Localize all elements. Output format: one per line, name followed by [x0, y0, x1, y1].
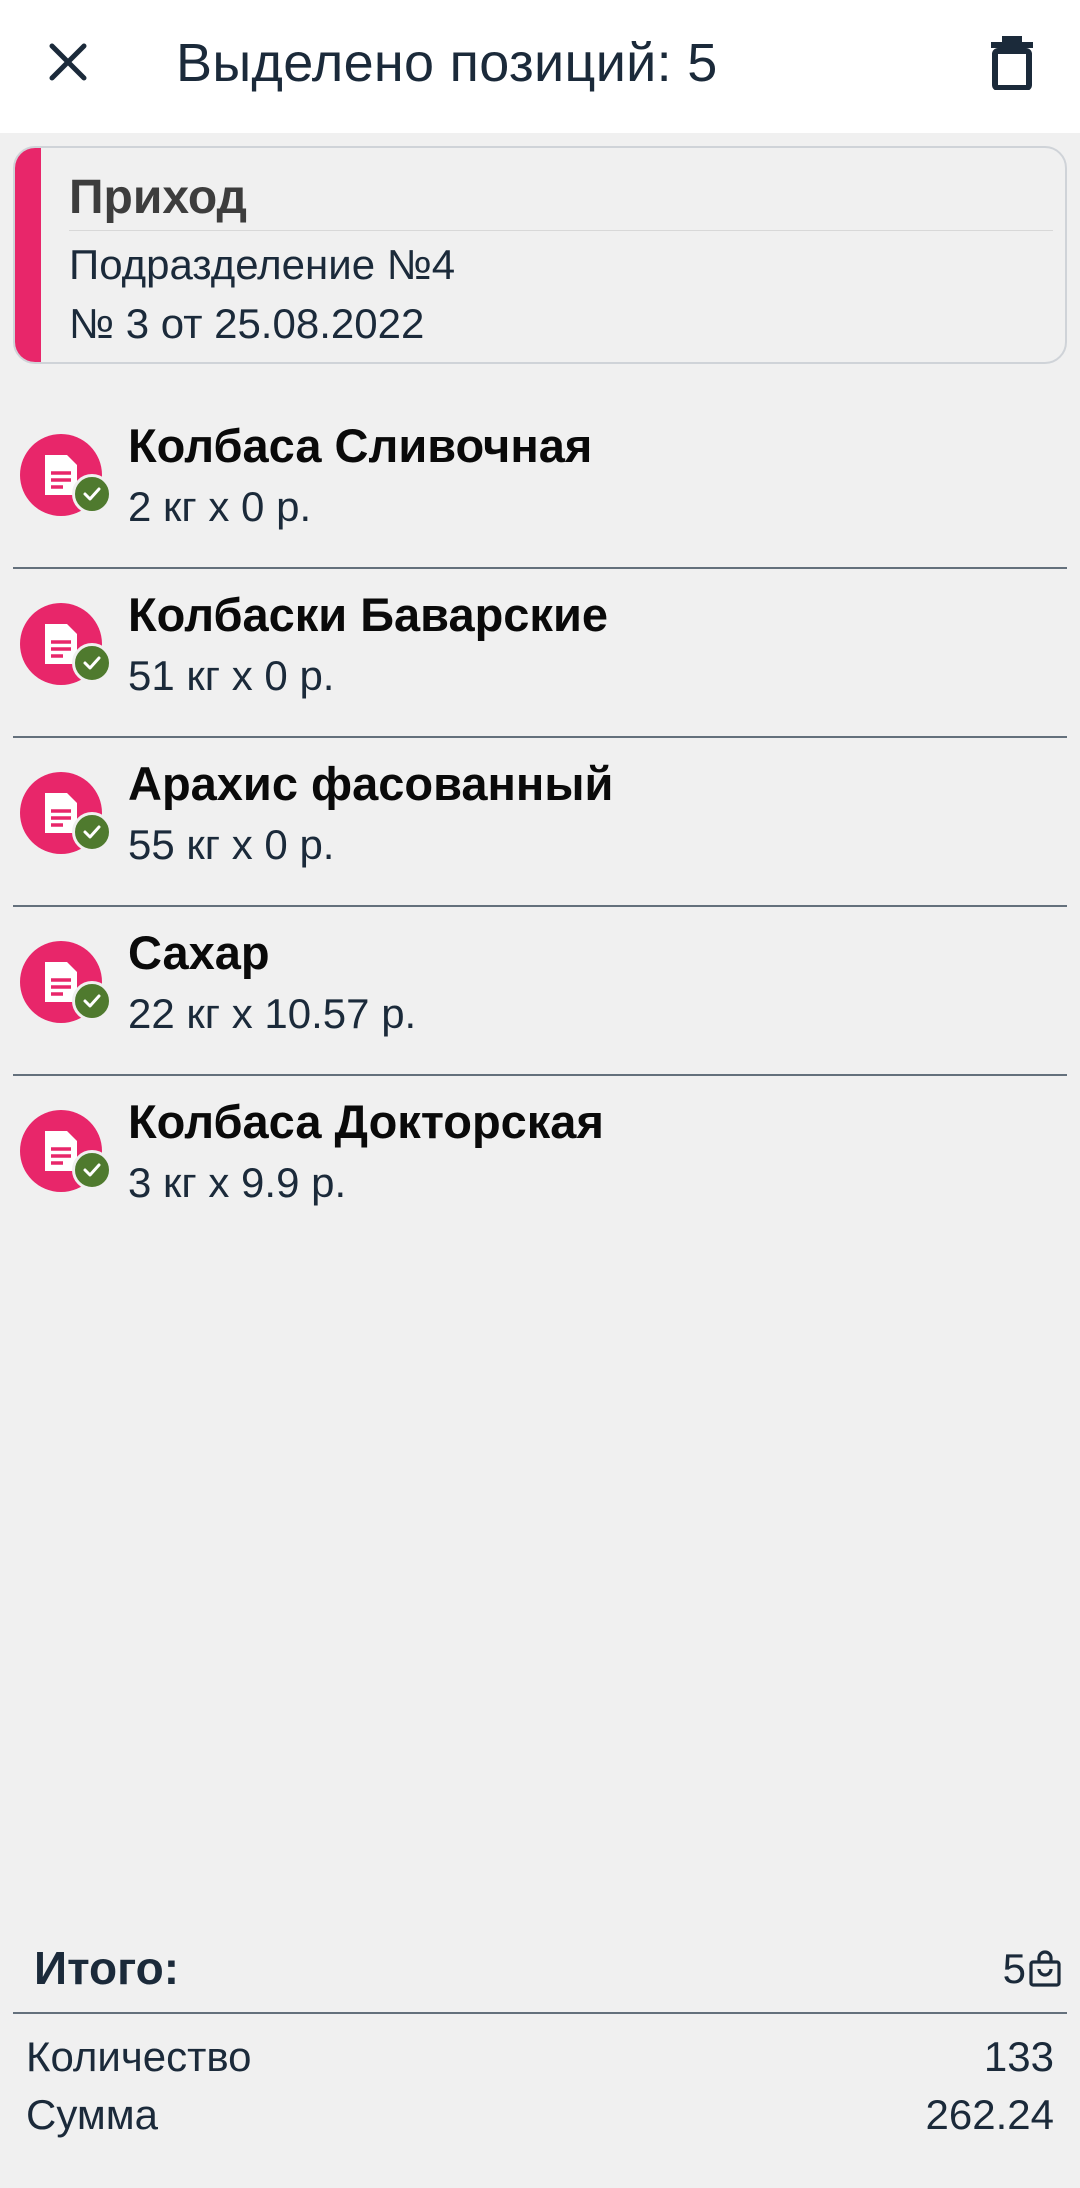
- items-list: Колбаса Сливочная 2 кг x 0 р. Колбаски Б…: [0, 400, 1080, 1245]
- document-card[interactable]: Приход Подразделение №4 № 3 от 25.08.202…: [13, 146, 1067, 364]
- quantity-label: Количество: [26, 2033, 252, 2080]
- item-name: Колбаски Баварские: [128, 588, 608, 641]
- check-icon: [72, 812, 112, 852]
- quantity-value: 133: [983, 2033, 1054, 2080]
- document-accent-stripe: [15, 148, 41, 362]
- sum-value: 262.24: [925, 2091, 1054, 2138]
- screen: Выделено позиций: 5 Приход Подразделение…: [0, 0, 1080, 2188]
- check-icon: [72, 981, 112, 1021]
- document-number-date: № 3 от 25.08.2022: [69, 300, 425, 347]
- selection-title: Выделено позиций: 5: [176, 33, 718, 93]
- totals-panel: Итого: 5 Количество 133 Сумма 262.24: [0, 1928, 1080, 2188]
- item-quantity: 55 кг x 0 р.: [128, 821, 335, 868]
- top-bar: Выделено позиций: 5: [0, 0, 1080, 133]
- list-item[interactable]: Арахис фасованный 55 кг x 0 р.: [0, 738, 1080, 907]
- item-name: Сахар: [128, 926, 270, 979]
- item-name: Арахис фасованный: [128, 757, 614, 810]
- close-button[interactable]: [28, 22, 108, 102]
- totals-label: Итого:: [34, 1942, 180, 1994]
- list-item[interactable]: Колбаса Сливочная 2 кг x 0 р.: [0, 400, 1080, 569]
- document-divider: [69, 230, 1053, 231]
- sum-row: Сумма 262.24: [26, 2090, 1054, 2140]
- document-department: Подразделение №4: [69, 241, 456, 288]
- item-quantity: 22 кг x 10.57 р.: [128, 990, 417, 1037]
- close-icon: [49, 43, 87, 81]
- list-item[interactable]: Колбаски Баварские 51 кг x 0 р.: [0, 569, 1080, 738]
- list-item[interactable]: Сахар 22 кг x 10.57 р.: [0, 907, 1080, 1076]
- list-item[interactable]: Колбаса Докторская 3 кг x 9.9 р.: [0, 1076, 1080, 1245]
- item-name: Колбаса Докторская: [128, 1095, 604, 1148]
- positions-count-value: 5: [1002, 1945, 1026, 1992]
- item-quantity: 3 кг x 9.9 р.: [128, 1159, 347, 1206]
- check-icon: [72, 1150, 112, 1190]
- item-quantity: 2 кг x 0 р.: [128, 483, 312, 530]
- totals-divider: [13, 2012, 1067, 2014]
- check-icon: [72, 474, 112, 514]
- delete-button[interactable]: [972, 22, 1052, 102]
- item-quantity: 51 кг x 0 р.: [128, 652, 335, 699]
- trash-icon: [991, 36, 1033, 90]
- quantity-row: Количество 133: [26, 2032, 1054, 2082]
- shopping-bag-icon: [1029, 1950, 1061, 1987]
- document-type: Приход: [69, 171, 247, 224]
- positions-count: 5: [1003, 1944, 1062, 1994]
- check-icon: [72, 643, 112, 683]
- item-name: Колбаса Сливочная: [128, 419, 593, 472]
- sum-label: Сумма: [26, 2091, 158, 2138]
